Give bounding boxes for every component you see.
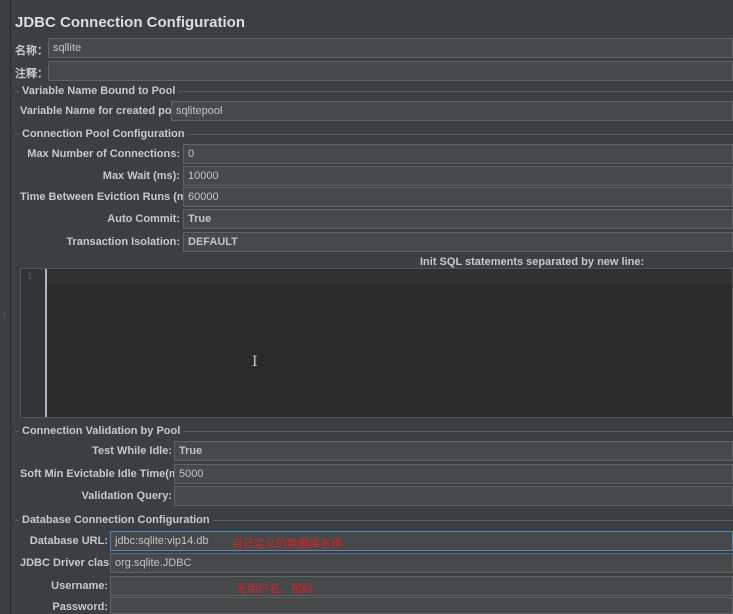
pool-config-group-title: Connection Pool Configuration	[19, 128, 188, 140]
comment-field[interactable]	[48, 61, 733, 81]
username-field[interactable]	[110, 576, 733, 596]
transaction-isolation-select[interactable]: DEFAULT	[183, 232, 733, 252]
validation-group-title: Connection Validation by Pool	[19, 425, 184, 437]
auto-commit-select[interactable]: True	[183, 209, 733, 229]
max-connections-field[interactable]: 0	[183, 144, 733, 164]
database-url-label: Database URL:	[29, 535, 108, 547]
max-wait-field[interactable]: 10000	[183, 166, 733, 186]
username-label: Username:	[51, 580, 108, 592]
init-sql-editor[interactable]: 1 I	[20, 268, 733, 418]
credentials-annotation: 无用户名、密码	[236, 582, 313, 595]
pool-var-field[interactable]: sqlitepool	[171, 101, 733, 121]
transaction-isolation-label: Transaction Isolation:	[66, 236, 180, 248]
jdbc-driver-label: JDBC Driver class:	[20, 557, 120, 569]
url-annotation: 自己定义的数据库名称	[232, 537, 342, 550]
auto-commit-label: Auto Commit:	[107, 213, 180, 225]
validation-query-field[interactable]	[174, 486, 733, 506]
name-label: 名称：	[15, 45, 48, 57]
password-label: Password:	[52, 601, 108, 613]
eviction-runs-label: Time Between Eviction Runs (ms):	[20, 191, 201, 203]
db-config-group-title: Database Connection Configuration	[19, 514, 213, 526]
validation-query-label: Validation Query:	[81, 490, 172, 502]
soft-min-idle-label: Soft Min Evictable Idle Time(ms):	[20, 468, 193, 480]
password-field[interactable]	[110, 597, 733, 614]
jdbc-driver-field[interactable]: org.sqlite.JDBC	[110, 553, 733, 573]
eviction-runs-field[interactable]: 60000	[183, 187, 733, 207]
init-sql-label: Init SQL statements separated by new lin…	[420, 256, 645, 268]
test-while-idle-label: Test While Idle:	[92, 445, 172, 457]
editor-current-line	[47, 270, 732, 284]
max-wait-label: Max Wait (ms):	[102, 170, 180, 182]
name-field[interactable]: sqllite	[48, 38, 733, 58]
soft-min-idle-field[interactable]: 5000	[174, 464, 733, 484]
config-panel: JDBC Connection Configuration 名称： sqllit…	[11, 0, 733, 614]
editor-gutter: 1	[21, 269, 47, 417]
line-number: 1	[27, 272, 33, 282]
page-title: JDBC Connection Configuration	[15, 14, 245, 31]
splitter-grip-icon[interactable]: ⁝	[1, 312, 8, 328]
bound-pool-group-title: Variable Name Bound to Pool	[19, 85, 179, 97]
text-cursor-icon: I	[252, 354, 258, 370]
database-url-field[interactable]: jdbc:sqlite:vip14.db	[110, 531, 733, 551]
max-connections-label: Max Number of Connections:	[27, 148, 180, 160]
pool-var-label: Variable Name for created pool:	[20, 105, 186, 117]
side-splitter[interactable]: ⁝	[0, 0, 11, 614]
test-while-idle-select[interactable]: True	[174, 441, 733, 461]
comment-label: 注释：	[15, 68, 48, 80]
